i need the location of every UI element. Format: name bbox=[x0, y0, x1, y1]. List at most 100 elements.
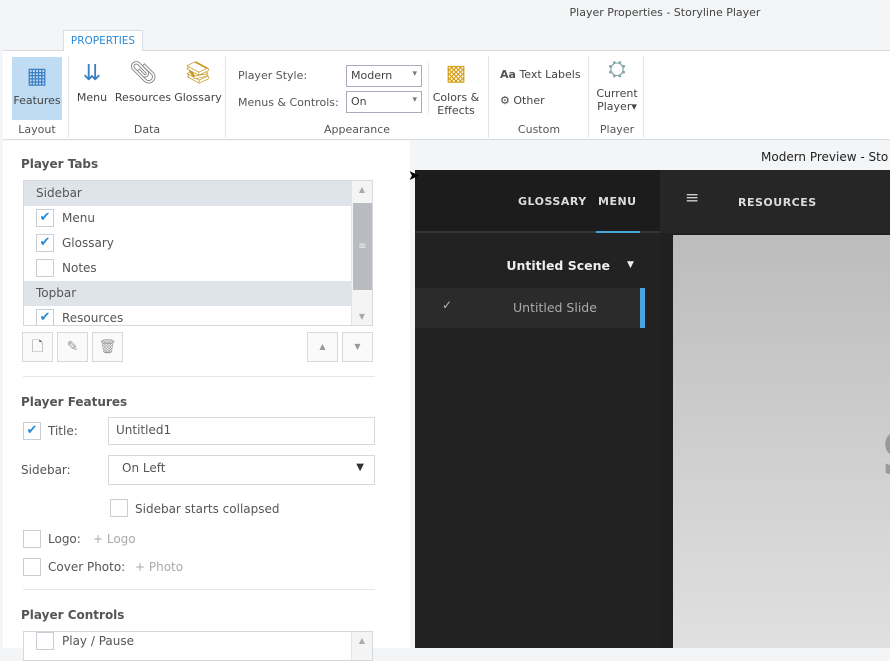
resources-button[interactable]: 📎︎ Resources bbox=[113, 60, 173, 104]
tab-glossary[interactable]: GLOSSARY bbox=[518, 195, 587, 208]
menus-controls-select[interactable]: On bbox=[346, 91, 422, 113]
mouse-cursor-icon: ➤ bbox=[408, 168, 420, 184]
text-labels-label: Text Labels bbox=[519, 68, 581, 81]
check-icon: ✓ bbox=[442, 298, 453, 312]
sidebar-collapsed-checkbox[interactable] bbox=[110, 499, 128, 517]
cover-photo-checkbox[interactable] bbox=[23, 558, 41, 576]
add-logo-link[interactable]: + Logo bbox=[93, 532, 136, 546]
list-item-menu[interactable]: ✔ Menu bbox=[24, 206, 372, 231]
list-item-resources[interactable]: ✔ Resources bbox=[24, 306, 372, 325]
sidebar-label: Sidebar: bbox=[21, 463, 71, 477]
arrow-up-icon: ▲ bbox=[319, 342, 326, 351]
hamburger-menu-icon[interactable]: ≡ bbox=[685, 188, 699, 208]
paperclip-icon: 📎︎ bbox=[129, 61, 157, 86]
sidebar-tabs-bar: GLOSSARY MENU bbox=[415, 170, 660, 233]
divider bbox=[23, 589, 375, 590]
ribbon: ▦ Features Layout ⇊ Menu 📎︎ Resources 📚︎ Gl… bbox=[3, 50, 890, 140]
group-custom-label: Custom bbox=[517, 123, 561, 136]
resources-label: Resources bbox=[114, 91, 172, 104]
tab-properties[interactable]: PROPERTIES bbox=[63, 30, 143, 51]
text-labels-icon: Aa bbox=[500, 68, 516, 81]
sidebar-select[interactable]: On Left ▼ bbox=[108, 455, 375, 485]
tab-menu[interactable]: MENU bbox=[598, 195, 637, 208]
trash-icon: 🗑︎ bbox=[98, 339, 117, 355]
logo-label: Logo: bbox=[48, 532, 81, 546]
preview-title: Modern Preview - Sto bbox=[761, 150, 889, 164]
new-page-icon: 🗋 bbox=[31, 339, 44, 355]
menu-download-icon: ⇊ bbox=[82, 61, 102, 86]
books-search-icon: 📚︎ bbox=[184, 61, 212, 86]
title-checkbox[interactable]: ✔ bbox=[23, 422, 41, 440]
list-item-play-pause[interactable]: Play / Pause bbox=[24, 632, 372, 654]
scene-caret-icon[interactable]: ▼ bbox=[627, 260, 634, 270]
scroll-up-icon[interactable]: ▲ bbox=[352, 185, 372, 194]
preview-topbar: ≡ RESOURCES bbox=[660, 170, 890, 233]
list-item-notes[interactable]: Notes bbox=[24, 256, 372, 281]
scroll-down-icon[interactable]: ▼ bbox=[352, 312, 372, 321]
gear-icon: ⚙ bbox=[500, 94, 510, 107]
checkbox[interactable] bbox=[36, 632, 54, 650]
player-features-heading: Player Features bbox=[21, 395, 128, 409]
slide-item[interactable]: ✓ Untitled Slide bbox=[415, 288, 645, 328]
text-labels-button[interactable]: Aa Text Labels bbox=[500, 68, 581, 81]
group-layout-label: Layout bbox=[18, 123, 56, 136]
list-group-header: Sidebar bbox=[24, 181, 372, 206]
scrollbar[interactable]: ▲ ≡ ▼ bbox=[351, 181, 372, 325]
features-button[interactable]: ▦ Features bbox=[12, 57, 62, 120]
features-icon: ▦ bbox=[26, 64, 48, 89]
divider bbox=[23, 376, 375, 377]
title-label: Title: bbox=[48, 424, 78, 438]
title-input[interactable]: Untitled1 bbox=[108, 417, 375, 445]
player-controls-list: Play / Pause ▲ bbox=[23, 631, 373, 661]
move-up-button[interactable]: ▲ bbox=[307, 332, 338, 362]
slide-title: Untitled Slide bbox=[513, 300, 597, 315]
player-style-select[interactable]: Modern bbox=[346, 65, 422, 87]
edit-tab-button[interactable]: ✎ bbox=[57, 332, 88, 362]
slide-canvas: S bbox=[673, 235, 890, 648]
move-down-button[interactable]: ▼ bbox=[342, 332, 373, 362]
preview-sidebar: GLOSSARY MENU Untitled Scene ▼ ✓ Untitle… bbox=[415, 170, 660, 648]
features-label: Features bbox=[13, 94, 61, 107]
checkbox[interactable]: ✔ bbox=[36, 309, 54, 325]
player-tabs-heading: Player Tabs bbox=[21, 157, 99, 171]
checkbox[interactable]: ✔ bbox=[36, 234, 54, 252]
edit-icon: ✎ bbox=[66, 339, 79, 355]
colors-effects-label-2: Effects bbox=[437, 104, 475, 117]
group-data-label: Data bbox=[133, 123, 161, 136]
properties-panel: Player Tabs Sidebar ✔ Menu ✔ Glossary Note… bbox=[3, 141, 410, 661]
resources-tab[interactable]: RESOURCES bbox=[738, 196, 817, 209]
active-tab-indicator bbox=[596, 231, 640, 233]
menu-label: Menu bbox=[76, 91, 108, 104]
current-player-label-2: Player▾ bbox=[597, 100, 637, 113]
dropdown-caret-icon: ▼ bbox=[356, 462, 364, 473]
list-group-header: Topbar bbox=[24, 281, 372, 306]
arrow-down-icon: ▼ bbox=[354, 342, 361, 351]
slide-partial-text: S bbox=[881, 420, 890, 490]
other-label: Other bbox=[513, 94, 545, 107]
scroll-up-icon[interactable]: ▲ bbox=[352, 636, 372, 645]
player-preview: GLOSSARY MENU Untitled Scene ▼ ✓ Untitle… bbox=[415, 170, 890, 648]
logo-checkbox[interactable] bbox=[23, 530, 41, 548]
checkbox[interactable]: ✔ bbox=[36, 209, 54, 227]
checkbox[interactable] bbox=[36, 259, 54, 277]
list-item-glossary[interactable]: ✔ Glossary bbox=[24, 231, 372, 256]
add-photo-link[interactable]: + Photo bbox=[135, 560, 183, 574]
other-button[interactable]: ⚙ Other bbox=[500, 94, 545, 107]
glossary-button[interactable]: 📚︎ Glossary bbox=[173, 60, 223, 104]
cover-photo-label: Cover Photo: bbox=[48, 560, 126, 574]
delete-tab-button[interactable]: 🗑︎ bbox=[92, 332, 123, 362]
player-style-label: Player Style: bbox=[238, 69, 308, 82]
current-player-button[interactable]: ⛭ Current Player▾ bbox=[591, 56, 643, 113]
menus-controls-label: Menus & Controls: bbox=[238, 96, 339, 109]
scrollbar[interactable]: ▲ bbox=[351, 632, 372, 660]
palette-icon: ▩ bbox=[445, 61, 467, 86]
current-slide-indicator bbox=[640, 288, 645, 328]
group-appearance-label: Appearance bbox=[323, 123, 391, 136]
scroll-thumb[interactable]: ≡ bbox=[353, 203, 372, 290]
current-player-label: Current bbox=[596, 87, 638, 100]
scene-title[interactable]: Untitled Scene bbox=[506, 258, 610, 273]
colors-effects-button[interactable]: ▩ Colors & Effects bbox=[431, 60, 481, 117]
menu-button[interactable]: ⇊ Menu bbox=[75, 60, 109, 104]
glossary-label: Glossary bbox=[174, 91, 222, 104]
new-tab-button[interactable]: 🗋 bbox=[22, 332, 53, 362]
